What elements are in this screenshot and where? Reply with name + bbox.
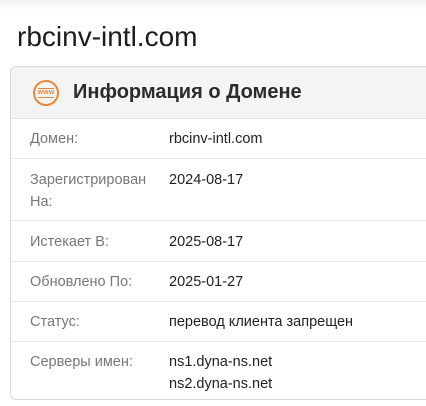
card-header: www Информация о Домене — [11, 67, 426, 119]
row-name-servers: Серверы имен: ns1.dyna-ns.net ns2.dyna-n… — [11, 342, 426, 399]
www-icon-text: www — [37, 89, 55, 96]
row-domain: Домен: rbcinv-intl.com — [11, 119, 426, 159]
row-status: Статус: перевод клиента запрещен — [11, 302, 426, 342]
row-expires-on: Истекает В: 2025-08-17 — [11, 221, 426, 262]
row-updated-on: Обновлено По: 2025-01-27 — [11, 262, 426, 302]
row-label: Обновлено По: — [30, 274, 133, 290]
row-label: Статус: — [30, 314, 80, 330]
domain-info-table: Домен: rbcinv-intl.com Зарегистрирован Н… — [11, 119, 426, 399]
top-shade — [0, 0, 426, 12]
row-value: 2025-08-17 — [169, 234, 244, 250]
page-title: rbcinv-intl.com — [17, 21, 198, 52]
row-label: Домен: — [30, 131, 79, 147]
row-label: Серверы имен: — [30, 354, 133, 370]
row-value: 2024-08-17 — [169, 172, 244, 188]
row-value: перевод клиента запрещен — [169, 314, 354, 330]
row-label: Зарегистрирован На: — [30, 172, 147, 210]
row-value: rbcinv-intl.com — [169, 131, 263, 147]
row-registered-on: Зарегистрирован На: 2024-08-17 — [11, 159, 426, 221]
row-value: 2025-01-27 — [169, 274, 244, 290]
domain-info-card: www Информация о Домене Домен: rbcinv-in… — [10, 66, 426, 400]
www-globe-icon: www — [33, 79, 59, 106]
row-value: ns1.dyna-ns.net ns2.dyna-ns.net — [169, 351, 272, 395]
row-label: Истекает В: — [30, 234, 109, 250]
name-server-1: ns1.dyna-ns.net — [169, 354, 273, 370]
name-server-2: ns2.dyna-ns.net — [169, 376, 273, 392]
card-title: Информация о Домене — [73, 81, 302, 103]
